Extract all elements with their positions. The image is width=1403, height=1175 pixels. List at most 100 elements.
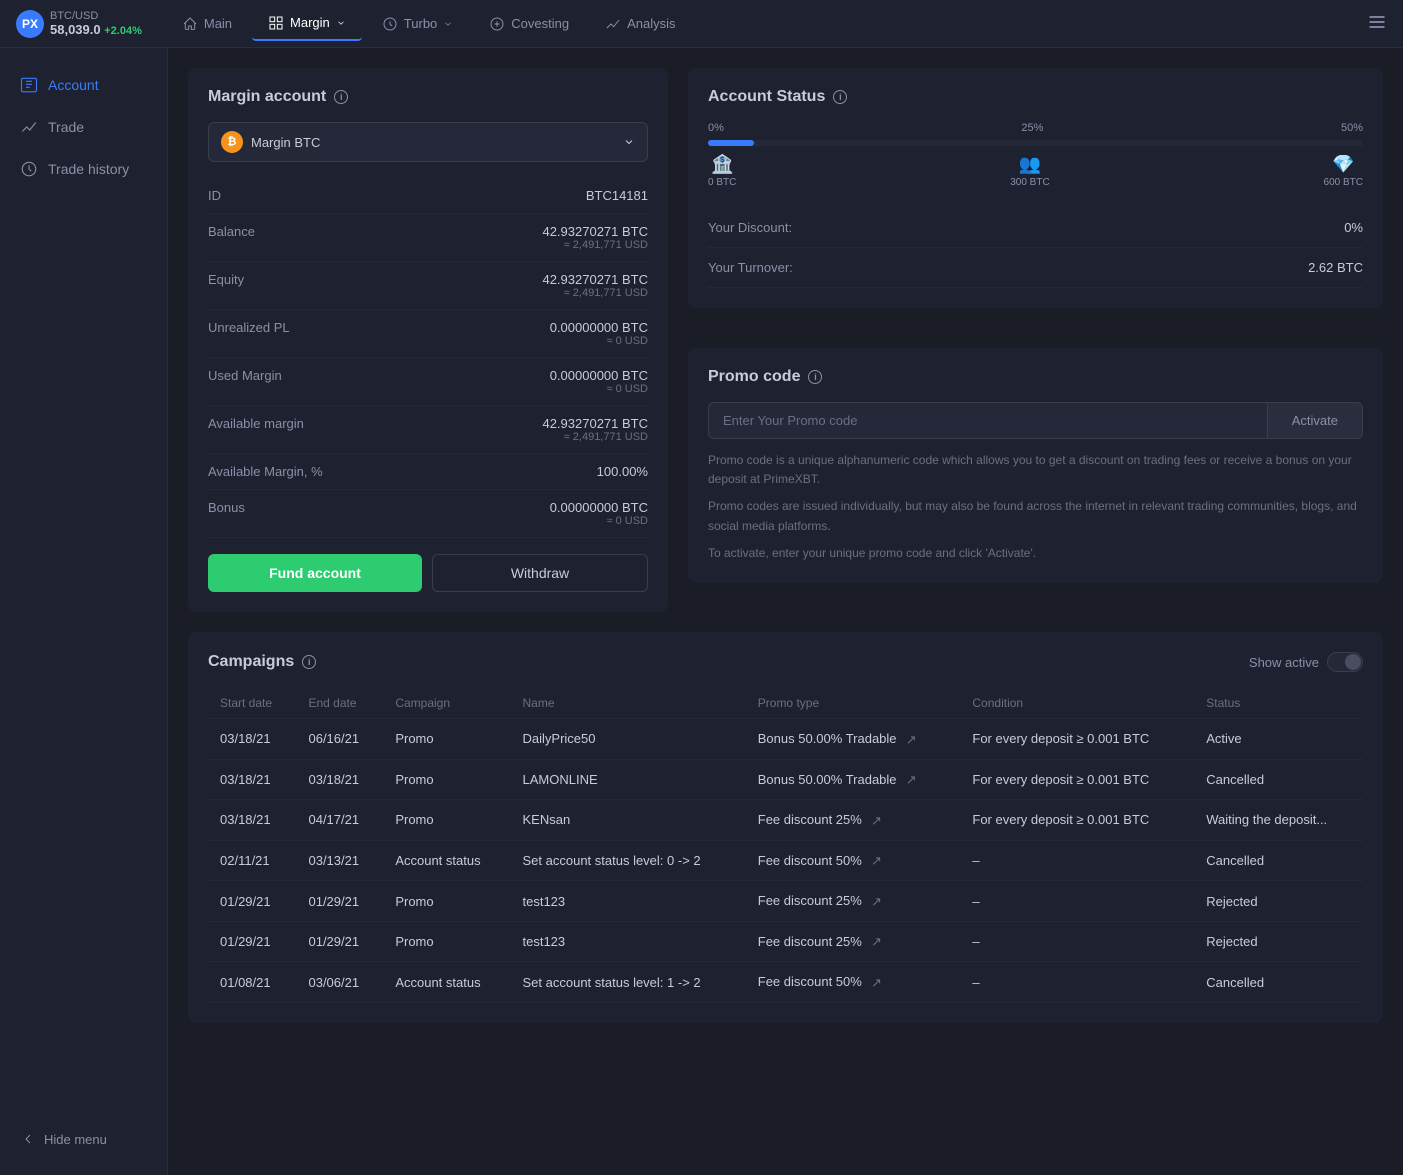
table-header: Start date End date Campaign Name Promo … bbox=[208, 688, 1363, 719]
cell-condition: – bbox=[960, 881, 1194, 922]
campaigns-info-icon[interactable]: i bbox=[302, 655, 316, 669]
hamburger-menu[interactable] bbox=[1367, 12, 1387, 35]
account-status-info-icon[interactable]: i bbox=[833, 90, 847, 104]
id-row: ID BTC14181 bbox=[208, 178, 648, 214]
table-header-row: Start date End date Campaign Name Promo … bbox=[208, 688, 1363, 719]
discount-row: Your Discount: 0% bbox=[708, 208, 1363, 248]
cell-campaign: Account status bbox=[383, 840, 510, 881]
col-promo-type: Promo type bbox=[746, 688, 961, 719]
margin-account-card: Margin account i ₿ Margin BTC ID BTC1418… bbox=[188, 68, 668, 612]
tier-1-group: 👥 300 BTC bbox=[1010, 154, 1049, 188]
external-link-icon[interactable]: ↗ bbox=[869, 895, 883, 909]
sidebar-item-account[interactable]: Account bbox=[0, 64, 167, 106]
col-condition: Condition bbox=[960, 688, 1194, 719]
promo-code-title: Promo code i bbox=[708, 368, 1363, 386]
cell-name: Set account status level: 0 -> 2 bbox=[511, 840, 746, 881]
sidebar-item-trade-history[interactable]: Trade history bbox=[0, 148, 167, 190]
table-row: 02/11/21 03/13/21 Account status Set acc… bbox=[208, 840, 1363, 881]
unrealized-pl-row: Unrealized PL 0.00000000 BTC ≈ 0 USD bbox=[208, 310, 648, 358]
external-link-icon[interactable]: ↗ bbox=[869, 976, 883, 990]
status-tier-icons: 🏦 0 BTC 👥 300 BTC 💎 600 BTC bbox=[708, 154, 1363, 188]
col-start-date: Start date bbox=[208, 688, 296, 719]
cell-end-date: 06/16/21 bbox=[296, 719, 383, 760]
main-content: Margin account i ₿ Margin BTC ID BTC1418… bbox=[168, 48, 1403, 1175]
tier-0-label: 0 BTC bbox=[708, 177, 736, 188]
nav-items: Main Margin Turbo Covesting Analysis bbox=[166, 7, 1367, 41]
cell-end-date: 01/29/21 bbox=[296, 881, 383, 922]
dropdown-chevron-icon bbox=[623, 136, 635, 148]
cell-campaign: Account status bbox=[383, 962, 510, 1003]
cell-start-date: 01/29/21 bbox=[208, 921, 296, 962]
cell-start-date: 01/29/21 bbox=[208, 881, 296, 922]
cell-campaign: Promo bbox=[383, 719, 510, 760]
external-link-icon[interactable]: ↗ bbox=[904, 773, 918, 787]
margin-account-info-icon[interactable]: i bbox=[334, 90, 348, 104]
promo-code-input[interactable] bbox=[708, 402, 1267, 439]
cell-name: test123 bbox=[511, 881, 746, 922]
table-row: 03/18/21 06/16/21 Promo DailyPrice50 Bon… bbox=[208, 719, 1363, 760]
table-row: 01/29/21 01/29/21 Promo test123 Fee disc… bbox=[208, 881, 1363, 922]
cell-campaign: Promo bbox=[383, 800, 510, 841]
logo-icon: PX bbox=[16, 10, 44, 38]
table-row: 03/18/21 04/17/21 Promo KENsan Fee disco… bbox=[208, 800, 1363, 841]
cell-start-date: 01/08/21 bbox=[208, 962, 296, 1003]
turnover-row: Your Turnover: 2.62 BTC bbox=[708, 248, 1363, 288]
sidebar-item-trade[interactable]: Trade bbox=[0, 106, 167, 148]
account-selector[interactable]: ₿ Margin BTC bbox=[208, 122, 648, 162]
col-status: Status bbox=[1194, 688, 1363, 719]
show-active-toggle[interactable]: Show active bbox=[1249, 652, 1363, 672]
promo-info-icon[interactable]: i bbox=[808, 370, 822, 384]
cell-condition: For every deposit ≥ 0.001 BTC bbox=[960, 759, 1194, 800]
nav-item-margin[interactable]: Margin bbox=[252, 7, 362, 41]
promo-desc-2: Promo codes are issued individually, but… bbox=[708, 497, 1363, 535]
external-link-icon[interactable]: ↗ bbox=[904, 733, 918, 747]
account-status-title: Account Status i bbox=[708, 88, 1363, 106]
cell-start-date: 02/11/21 bbox=[208, 840, 296, 881]
tier-1-label: 300 BTC bbox=[1010, 177, 1049, 188]
cell-promo-type: Fee discount 25% ↗ bbox=[746, 921, 961, 962]
campaigns-title: Campaigns i bbox=[208, 653, 316, 671]
cell-promo-type: Fee discount 50% ↗ bbox=[746, 962, 961, 1003]
withdraw-button[interactable]: Withdraw bbox=[432, 554, 648, 592]
table-row: 03/18/21 03/18/21 Promo LAMONLINE Bonus … bbox=[208, 759, 1363, 800]
cell-start-date: 03/18/21 bbox=[208, 800, 296, 841]
fund-account-button[interactable]: Fund account bbox=[208, 554, 422, 592]
cell-promo-type: Fee discount 50% ↗ bbox=[746, 840, 961, 881]
promo-code-card: Promo code i Activate Promo code is a un… bbox=[688, 348, 1383, 583]
nav-item-turbo[interactable]: Turbo bbox=[366, 8, 469, 40]
cell-condition: – bbox=[960, 962, 1194, 1003]
cell-promo-type: Fee discount 25% ↗ bbox=[746, 881, 961, 922]
btc-change: +2.04% bbox=[104, 25, 142, 37]
status-bar-labels: 0% 25% 50% bbox=[708, 122, 1363, 134]
logo: PX BTC/USD 58,039.0 +2.04% bbox=[16, 10, 142, 38]
campaigns-table: Start date End date Campaign Name Promo … bbox=[208, 688, 1363, 1003]
external-link-icon[interactable]: ↗ bbox=[869, 854, 883, 868]
status-bar-fill bbox=[708, 140, 754, 146]
cell-name: test123 bbox=[511, 921, 746, 962]
nav-item-analysis[interactable]: Analysis bbox=[589, 8, 691, 40]
nav-item-covesting[interactable]: Covesting bbox=[473, 8, 585, 40]
cell-name: DailyPrice50 bbox=[511, 719, 746, 760]
btc-pair: BTC/USD bbox=[50, 10, 142, 22]
balance-row: Balance 42.93270271 BTC ≈ 2,491,771 USD bbox=[208, 214, 648, 262]
cell-end-date: 03/13/21 bbox=[296, 840, 383, 881]
toggle-switch[interactable] bbox=[1327, 652, 1363, 672]
nav-item-main[interactable]: Main bbox=[166, 8, 248, 40]
tier-2-label: 600 BTC bbox=[1324, 177, 1363, 188]
external-link-icon[interactable]: ↗ bbox=[869, 935, 883, 949]
cell-campaign: Promo bbox=[383, 759, 510, 800]
cell-promo-type: Bonus 50.00% Tradable ↗ bbox=[746, 759, 961, 800]
campaigns-card: Campaigns i Show active Start date End d… bbox=[188, 632, 1383, 1023]
cell-name: LAMONLINE bbox=[511, 759, 746, 800]
sidebar: Account Trade Trade history Hide menu bbox=[0, 48, 168, 1175]
equity-row: Equity 42.93270271 BTC ≈ 2,491,771 USD bbox=[208, 262, 648, 310]
hide-menu-button[interactable]: Hide menu bbox=[0, 1119, 167, 1159]
margin-account-title: Margin account i bbox=[208, 88, 648, 106]
available-margin-row: Available margin 42.93270271 BTC ≈ 2,491… bbox=[208, 406, 648, 454]
action-buttons: Fund account Withdraw bbox=[208, 554, 648, 592]
col-name: Name bbox=[511, 688, 746, 719]
external-link-icon[interactable]: ↗ bbox=[869, 814, 883, 828]
col-campaign: Campaign bbox=[383, 688, 510, 719]
activate-button[interactable]: Activate bbox=[1267, 402, 1363, 439]
cell-condition: – bbox=[960, 921, 1194, 962]
